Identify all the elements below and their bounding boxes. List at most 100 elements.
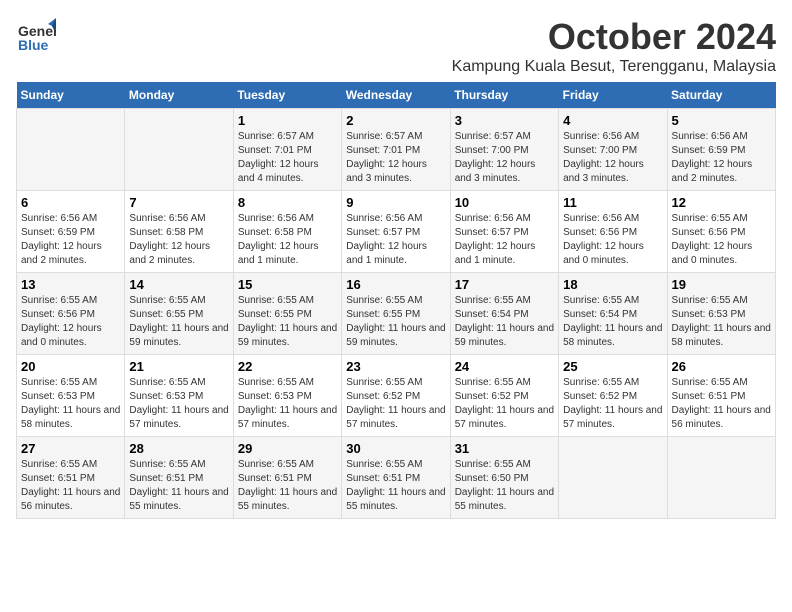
day-detail: Sunrise: 6:55 AMSunset: 6:54 PMDaylight:…	[455, 294, 554, 350]
day-number: 6	[21, 195, 120, 210]
calendar-cell: 17 Sunrise: 6:55 AMSunset: 6:54 PMDayligh…	[450, 273, 558, 355]
day-detail: Sunrise: 6:56 AMSunset: 6:59 PMDaylight:…	[672, 130, 771, 186]
subtitle: Kampung Kuala Besut, Terengganu, Malaysi…	[452, 58, 776, 76]
calendar-cell	[125, 109, 233, 191]
title-block: October 2024 Kampung Kuala Besut, Tereng…	[452, 16, 776, 76]
day-detail: Sunrise: 6:55 AMSunset: 6:55 PMDaylight:…	[238, 294, 337, 350]
day-detail: Sunrise: 6:55 AMSunset: 6:56 PMDaylight:…	[21, 294, 120, 350]
calendar-week-row: 27Sunrise: 6:55 AMSunset: 6:51 PMDayligh…	[17, 437, 776, 519]
day-detail: Sunrise: 6:55 AMSunset: 6:55 PMDaylight:…	[129, 294, 228, 350]
day-number: 9	[346, 195, 445, 210]
calendar-cell	[17, 109, 125, 191]
logo: General Blue	[16, 16, 56, 56]
day-number: 5	[672, 113, 771, 128]
logo-icon: General Blue	[16, 16, 56, 56]
day-number: 25	[563, 359, 662, 374]
calendar-cell: 26 Sunrise: 6:55 AMSunset: 6:51 PMDayligh…	[667, 355, 775, 437]
calendar-cell: 28Sunrise: 6:55 AMSunset: 6:51 PMDayligh…	[125, 437, 233, 519]
calendar-cell: 1 Sunrise: 6:57 AMSunset: 7:01 PMDaylight…	[233, 109, 341, 191]
day-detail: Sunrise: 6:56 AMSunset: 6:56 PMDaylight:…	[563, 212, 662, 268]
day-number: 22	[238, 359, 337, 374]
day-detail: Sunrise: 6:55 AMSunset: 6:52 PMDaylight:…	[346, 376, 445, 432]
calendar-cell: 11 Sunrise: 6:56 AMSunset: 6:56 PMDayligh…	[559, 191, 667, 273]
calendar-cell: 29 Sunrise: 6:55 AMSunset: 6:51 PMDayligh…	[233, 437, 341, 519]
day-detail: Sunrise: 6:55 AMSunset: 6:55 PMDaylight:…	[346, 294, 445, 350]
calendar-week-row: 20Sunrise: 6:55 AMSunset: 6:53 PMDayligh…	[17, 355, 776, 437]
day-number: 24	[455, 359, 554, 374]
day-detail: Sunrise: 6:56 AMSunset: 7:00 PMDaylight:…	[563, 130, 662, 186]
calendar-cell: 31 Sunrise: 6:55 AMSunset: 6:50 PMDayligh…	[450, 437, 558, 519]
day-detail: Sunrise: 6:55 AMSunset: 6:52 PMDaylight:…	[563, 376, 662, 432]
day-number: 2	[346, 113, 445, 128]
calendar-cell: 7 Sunrise: 6:56 AMSunset: 6:58 PMDaylight…	[125, 191, 233, 273]
day-number: 17	[455, 277, 554, 292]
day-number: 13	[21, 277, 120, 292]
day-detail: Sunrise: 6:56 AMSunset: 6:58 PMDaylight:…	[238, 212, 337, 268]
weekday-header: Saturday	[667, 82, 775, 109]
calendar-cell	[559, 437, 667, 519]
weekday-header: Thursday	[450, 82, 558, 109]
day-detail: Sunrise: 6:55 AMSunset: 6:56 PMDaylight:…	[672, 212, 771, 268]
weekday-header: Tuesday	[233, 82, 341, 109]
day-detail: Sunrise: 6:56 AMSunset: 6:57 PMDaylight:…	[346, 212, 445, 268]
calendar-cell: 22 Sunrise: 6:55 AMSunset: 6:53 PMDayligh…	[233, 355, 341, 437]
calendar-cell: 16Sunrise: 6:55 AMSunset: 6:55 PMDayligh…	[342, 273, 450, 355]
calendar-cell: 8 Sunrise: 6:56 AMSunset: 6:58 PMDaylight…	[233, 191, 341, 273]
day-detail: Sunrise: 6:55 AMSunset: 6:53 PMDaylight:…	[129, 376, 228, 432]
calendar-cell: 14Sunrise: 6:55 AMSunset: 6:55 PMDayligh…	[125, 273, 233, 355]
day-number: 26	[672, 359, 771, 374]
day-number: 29	[238, 441, 337, 456]
day-number: 12	[672, 195, 771, 210]
day-number: 8	[238, 195, 337, 210]
calendar-header-row: SundayMondayTuesdayWednesdayThursdayFrid…	[17, 82, 776, 109]
calendar-cell: 13 Sunrise: 6:55 AMSunset: 6:56 PMDayligh…	[17, 273, 125, 355]
day-detail: Sunrise: 6:55 AMSunset: 6:51 PMDaylight:…	[238, 458, 337, 514]
day-number: 23	[346, 359, 445, 374]
day-number: 15	[238, 277, 337, 292]
weekday-header: Wednesday	[342, 82, 450, 109]
day-detail: Sunrise: 6:55 AMSunset: 6:51 PMDaylight:…	[672, 376, 771, 432]
calendar-cell	[667, 437, 775, 519]
calendar-cell: 18 Sunrise: 6:55 AMSunset: 6:54 PMDayligh…	[559, 273, 667, 355]
calendar-cell: 2 Sunrise: 6:57 AMSunset: 7:01 PMDaylight…	[342, 109, 450, 191]
day-number: 7	[129, 195, 228, 210]
calendar-cell: 21 Sunrise: 6:55 AMSunset: 6:53 PMDayligh…	[125, 355, 233, 437]
day-detail: Sunrise: 6:57 AMSunset: 7:01 PMDaylight:…	[238, 130, 337, 186]
calendar-week-row: 1 Sunrise: 6:57 AMSunset: 7:01 PMDaylight…	[17, 109, 776, 191]
day-detail: Sunrise: 6:55 AMSunset: 6:54 PMDaylight:…	[563, 294, 662, 350]
weekday-header: Friday	[559, 82, 667, 109]
svg-text:Blue: Blue	[18, 37, 49, 53]
calendar-week-row: 13 Sunrise: 6:55 AMSunset: 6:56 PMDayligh…	[17, 273, 776, 355]
day-detail: Sunrise: 6:56 AMSunset: 6:57 PMDaylight:…	[455, 212, 554, 268]
day-detail: Sunrise: 6:55 AMSunset: 6:53 PMDaylight:…	[238, 376, 337, 432]
day-number: 1	[238, 113, 337, 128]
day-detail: Sunrise: 6:55 AMSunset: 6:50 PMDaylight:…	[455, 458, 554, 514]
calendar-week-row: 6 Sunrise: 6:56 AMSunset: 6:59 PMDaylight…	[17, 191, 776, 273]
day-detail: Sunrise: 6:55 AMSunset: 6:51 PMDaylight:…	[21, 458, 120, 514]
calendar-cell: 12 Sunrise: 6:55 AMSunset: 6:56 PMDayligh…	[667, 191, 775, 273]
day-number: 21	[129, 359, 228, 374]
day-detail: Sunrise: 6:55 AMSunset: 6:53 PMDaylight:…	[21, 376, 120, 432]
day-number: 31	[455, 441, 554, 456]
day-detail: Sunrise: 6:57 AMSunset: 7:00 PMDaylight:…	[455, 130, 554, 186]
day-number: 11	[563, 195, 662, 210]
day-number: 18	[563, 277, 662, 292]
day-detail: Sunrise: 6:57 AMSunset: 7:01 PMDaylight:…	[346, 130, 445, 186]
day-number: 19	[672, 277, 771, 292]
calendar-cell: 10Sunrise: 6:56 AMSunset: 6:57 PMDayligh…	[450, 191, 558, 273]
weekday-header: Monday	[125, 82, 233, 109]
calendar-cell: 5 Sunrise: 6:56 AMSunset: 6:59 PMDaylight…	[667, 109, 775, 191]
main-title: October 2024	[452, 16, 776, 58]
calendar-cell: 4Sunrise: 6:56 AMSunset: 7:00 PMDaylight…	[559, 109, 667, 191]
page-header: General Blue October 2024 Kampung Kuala …	[16, 16, 776, 76]
calendar-cell: 9 Sunrise: 6:56 AMSunset: 6:57 PMDaylight…	[342, 191, 450, 273]
day-detail: Sunrise: 6:55 AMSunset: 6:52 PMDaylight:…	[455, 376, 554, 432]
calendar-cell: 24 Sunrise: 6:55 AMSunset: 6:52 PMDayligh…	[450, 355, 558, 437]
calendar-cell: 30Sunrise: 6:55 AMSunset: 6:51 PMDayligh…	[342, 437, 450, 519]
calendar-table: SundayMondayTuesdayWednesdayThursdayFrid…	[16, 82, 776, 519]
day-number: 28	[129, 441, 228, 456]
day-detail: Sunrise: 6:56 AMSunset: 6:58 PMDaylight:…	[129, 212, 228, 268]
calendar-cell: 15 Sunrise: 6:55 AMSunset: 6:55 PMDayligh…	[233, 273, 341, 355]
weekday-header: Sunday	[17, 82, 125, 109]
day-detail: Sunrise: 6:56 AMSunset: 6:59 PMDaylight:…	[21, 212, 120, 268]
